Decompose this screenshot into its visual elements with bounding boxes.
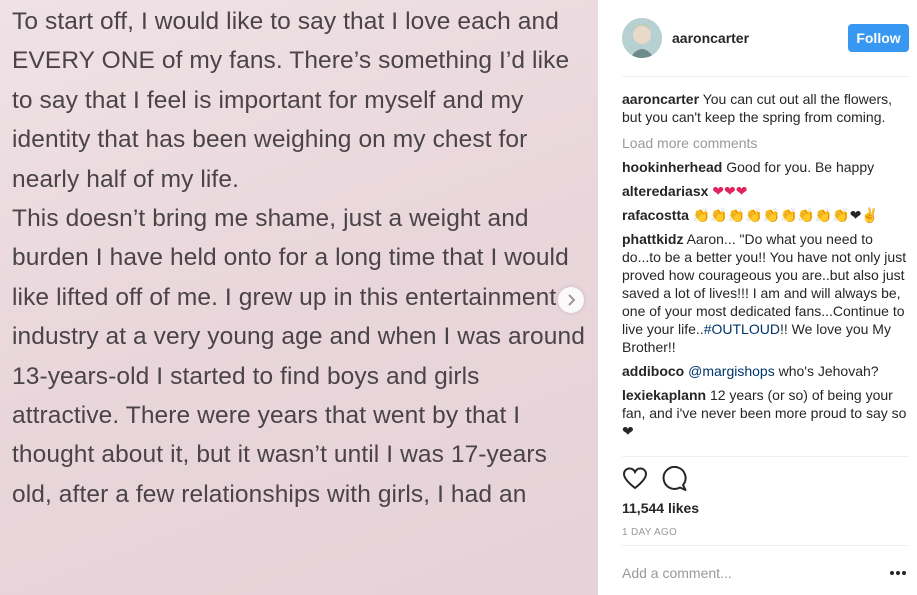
- comments-list[interactable]: aaroncarter You can cut out all the flow…: [622, 90, 909, 456]
- comment-text: who's Jehovah?: [778, 363, 879, 379]
- image-text: To start off, I would like to say that I…: [12, 2, 592, 514]
- divider: [622, 545, 909, 546]
- chevron-right-icon: [568, 294, 576, 306]
- comment-text: Good for you. Be happy: [726, 159, 875, 175]
- post-caption: aaroncarter You can cut out all the flow…: [622, 90, 909, 126]
- heart-icon[interactable]: [622, 466, 648, 492]
- post-side-panel: aaroncarter Follow aaroncarter You can c…: [598, 0, 917, 595]
- comment-text: ❤❤❤: [712, 183, 748, 199]
- follow-button[interactable]: Follow: [848, 24, 909, 52]
- post-image: To start off, I would like to say that I…: [0, 0, 598, 595]
- post-header: aaroncarter Follow: [622, 18, 909, 58]
- hashtag-link[interactable]: #OUTLOUD: [704, 321, 780, 337]
- mention-link[interactable]: @margishops: [688, 363, 775, 379]
- likes-count[interactable]: 11,544 likes: [622, 500, 699, 516]
- comment-item: alteredariasx ❤❤❤: [622, 182, 909, 200]
- image-paragraph-2: This doesn’t bring me shame, just a weig…: [12, 205, 585, 508]
- comment-bubble-icon[interactable]: [662, 465, 688, 492]
- image-paragraph-1: To start off, I would like to say that I…: [12, 8, 570, 193]
- comment-item: hookinherhead Good for you. Be happy: [622, 158, 909, 176]
- comment-username[interactable]: addiboco: [622, 363, 684, 379]
- post-timestamp[interactable]: 1 DAY AGO: [622, 527, 677, 538]
- comment-item: lexiekaplann 12 years (or so) of being y…: [622, 386, 909, 440]
- comment-item: addiboco @margishops who's Jehovah?: [622, 362, 909, 380]
- avatar[interactable]: [622, 18, 662, 58]
- comment-username[interactable]: phattkidz: [622, 231, 683, 247]
- post-username[interactable]: aaroncarter: [672, 30, 749, 46]
- comment-username[interactable]: rafacostta: [622, 207, 689, 223]
- add-comment-input[interactable]: [622, 562, 872, 584]
- comment-username[interactable]: alteredariasx: [622, 183, 708, 199]
- divider: [622, 456, 909, 457]
- comment-username[interactable]: lexiekaplann: [622, 387, 706, 403]
- comment-text: 👏👏👏👏👏👏👏👏👏❤✌: [692, 207, 879, 223]
- next-slide-button[interactable]: [558, 287, 584, 313]
- avatar-image: [622, 18, 662, 58]
- divider: [622, 76, 909, 77]
- caption-username[interactable]: aaroncarter: [622, 91, 699, 107]
- comment-item: phattkidz Aaron... "Do what you need to …: [622, 230, 909, 356]
- comment-username[interactable]: hookinherhead: [622, 159, 722, 175]
- more-options-icon[interactable]: [888, 566, 908, 578]
- load-more-comments-link[interactable]: Load more comments: [622, 134, 909, 152]
- comment-item: rafacostta 👏👏👏👏👏👏👏👏👏❤✌: [622, 206, 909, 224]
